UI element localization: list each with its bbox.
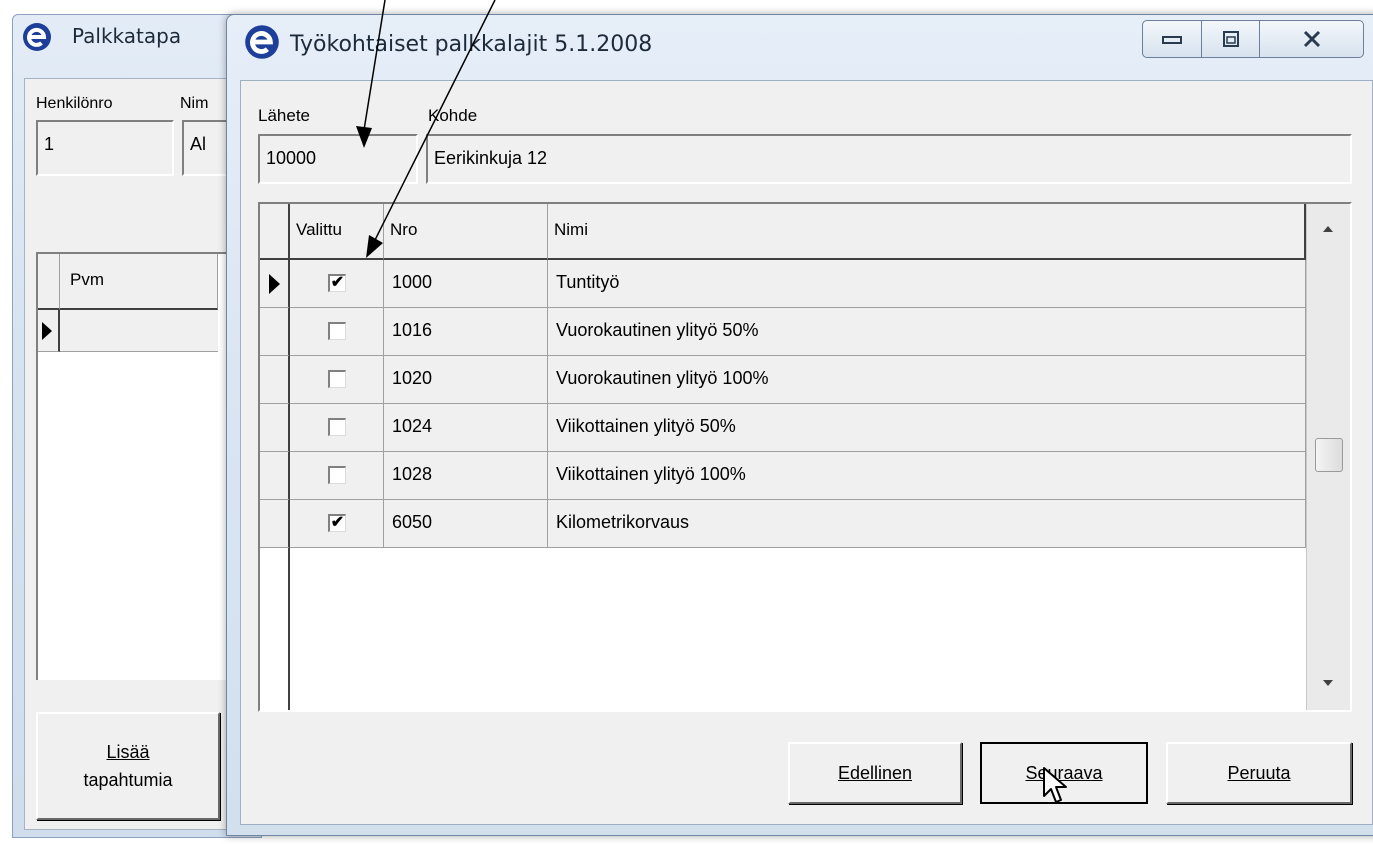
annotation-arrow-icon — [366, 235, 383, 258]
annotation-arrow-icon — [356, 126, 372, 148]
annotation-arrow-icon — [363, 0, 386, 131]
annotation-arrow-icon — [374, 0, 496, 241]
annotation-arrows — [356, 0, 496, 258]
